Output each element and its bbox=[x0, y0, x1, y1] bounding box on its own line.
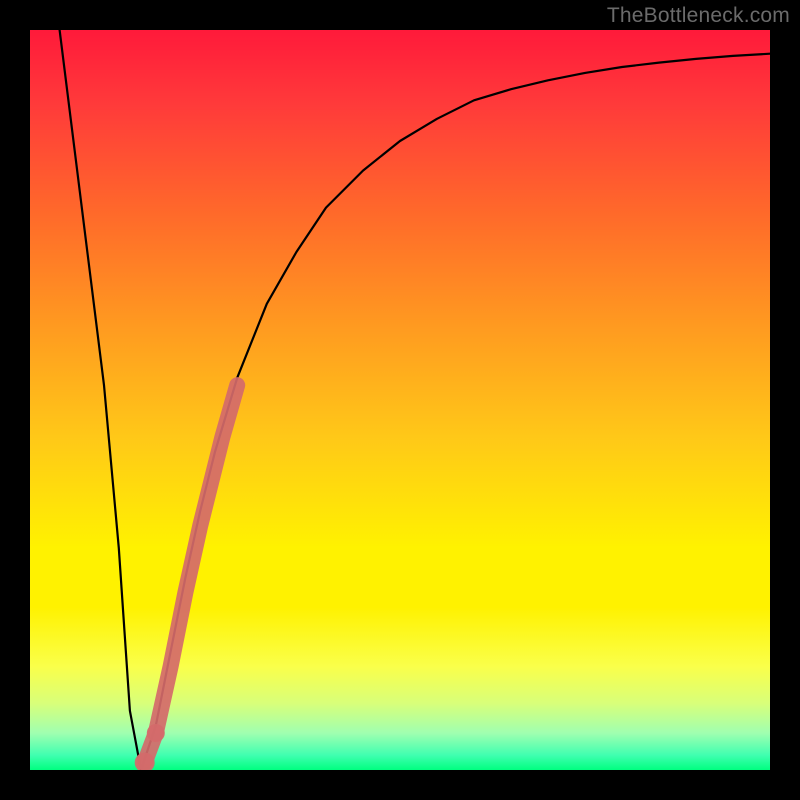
highlight-segment bbox=[135, 385, 238, 770]
highlight-dot bbox=[147, 724, 165, 742]
plot-area bbox=[30, 30, 770, 770]
highlight-stroke bbox=[145, 385, 238, 762]
chart-frame: TheBottleneck.com bbox=[0, 0, 800, 800]
chart-svg bbox=[30, 30, 770, 770]
watermark-text: TheBottleneck.com bbox=[607, 4, 790, 28]
